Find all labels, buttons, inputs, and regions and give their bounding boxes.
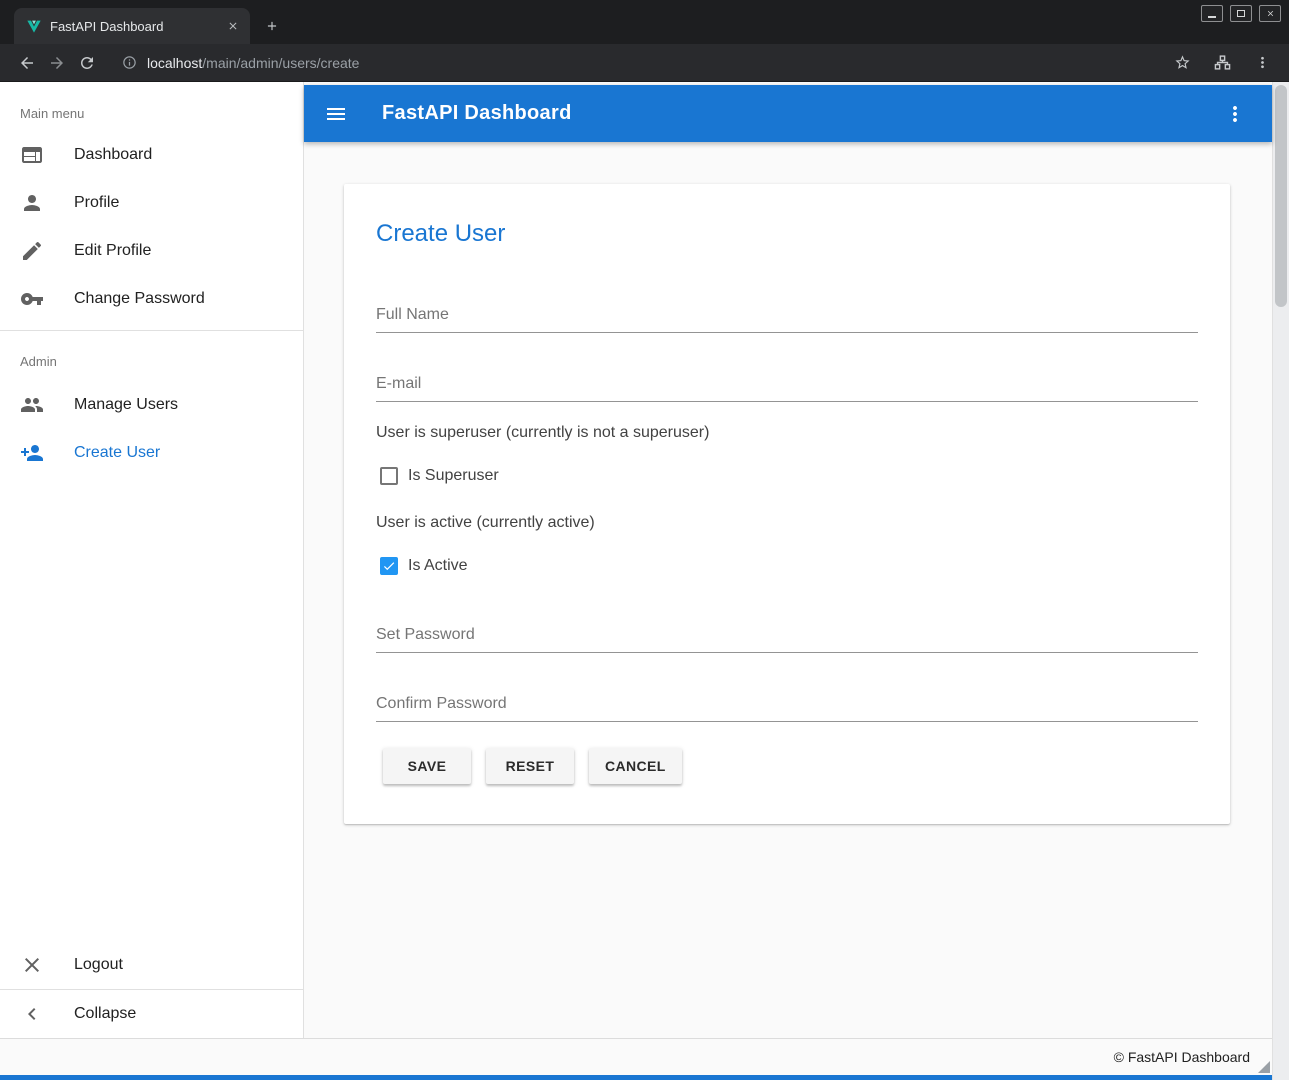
person-icon — [20, 191, 44, 215]
tab-title: FastAPI Dashboard — [50, 19, 216, 34]
address-bar[interactable]: localhost/main/admin/users/create — [112, 49, 1157, 77]
sitemap-extension-icon[interactable] — [1207, 48, 1237, 78]
reset-button[interactable]: RESET — [486, 748, 574, 784]
superuser-checkbox[interactable] — [380, 467, 398, 485]
browser-menu-icon[interactable] — [1247, 48, 1277, 78]
full-name-input[interactable] — [376, 300, 1198, 333]
full-name-field-wrap — [376, 300, 1198, 333]
page-content: Create User User is superuser (currently… — [304, 142, 1272, 1038]
forward-button[interactable] — [42, 48, 72, 78]
page-info-icon[interactable] — [122, 55, 137, 70]
appbar: FastAPI Dashboard — [304, 85, 1272, 142]
toolbar-right-icons — [1167, 48, 1277, 78]
email-field-wrap — [376, 369, 1198, 402]
form-buttons-row: SAVE RESET CANCEL — [376, 748, 1198, 784]
footer-accent-strip — [0, 1075, 1272, 1080]
back-button[interactable] — [12, 48, 42, 78]
sidebar-item-label: Manage Users — [74, 396, 178, 414]
sidebar-item-collapse[interactable]: Collapse — [0, 990, 303, 1038]
page-viewport: Main menu Dashboard Profile — [0, 82, 1289, 1080]
sidebar-section-main-menu: Main menu — [20, 106, 303, 121]
sidebar-item-label: Change Password — [74, 290, 205, 308]
sidebar-item-edit-profile[interactable]: Edit Profile — [0, 227, 303, 275]
sidebar-item-label: Edit Profile — [74, 242, 151, 260]
reload-button[interactable] — [72, 48, 102, 78]
browser-window: FastAPI Dashboard — [0, 0, 1289, 1080]
browser-titlebar: FastAPI Dashboard — [0, 0, 1289, 44]
back-icon — [18, 54, 36, 72]
maximize-button[interactable] — [1230, 5, 1252, 22]
page-footer: © FastAPI Dashboard — [0, 1038, 1272, 1075]
logout-x-icon — [20, 953, 44, 977]
window-controls — [1201, 5, 1281, 22]
pencil-icon — [20, 239, 44, 263]
reload-icon — [78, 54, 96, 72]
set-password-field-wrap — [376, 620, 1198, 653]
sidebar-section-admin: Admin — [20, 354, 303, 369]
sidebar-item-label: Dashboard — [74, 146, 152, 164]
tab-close-icon[interactable] — [224, 17, 242, 35]
check-icon — [382, 559, 396, 573]
resize-grip[interactable] — [1258, 1061, 1270, 1073]
save-button[interactable]: SAVE — [383, 748, 471, 784]
sidebar-item-profile[interactable]: Profile — [0, 179, 303, 227]
sidebar-divider — [0, 330, 303, 331]
vuetify-v-favicon — [26, 18, 42, 34]
close-window-icon — [1266, 9, 1275, 18]
scrollbar-thumb[interactable] — [1275, 85, 1287, 307]
superuser-hint-text: User is superuser (currently is not a su… — [376, 424, 1198, 442]
confirm-password-input[interactable] — [376, 689, 1198, 722]
sidebar-item-create-user[interactable]: Create User — [0, 429, 303, 477]
chevron-left-icon — [20, 1002, 44, 1026]
hamburger-menu-icon[interactable] — [324, 102, 348, 126]
main-area: FastAPI Dashboard Create User — [304, 82, 1272, 1038]
minimize-button[interactable] — [1201, 5, 1223, 22]
url-host: localhost — [147, 55, 202, 71]
footer-copyright: © FastAPI Dashboard — [1114, 1049, 1250, 1065]
active-hint-text: User is active (currently active) — [376, 514, 1198, 532]
browser-tab[interactable]: FastAPI Dashboard — [14, 8, 250, 44]
page-title: Create User — [376, 220, 1198, 248]
bookmark-star-icon[interactable] — [1167, 48, 1197, 78]
active-checkbox-row[interactable]: Is Active — [376, 546, 1198, 586]
browser-toolbar: localhost/main/admin/users/create — [0, 44, 1289, 82]
sidebar-item-label: Profile — [74, 194, 119, 212]
appbar-title: FastAPI Dashboard — [382, 102, 1223, 125]
people-icon — [20, 393, 44, 417]
active-checkbox[interactable] — [380, 557, 398, 575]
cancel-button[interactable]: CANCEL — [589, 748, 682, 784]
minimize-icon — [1208, 16, 1216, 18]
sidebar-item-label: Collapse — [74, 1005, 136, 1023]
set-password-input[interactable] — [376, 620, 1198, 653]
sidebar-item-manage-users[interactable]: Manage Users — [0, 381, 303, 429]
confirm-password-field-wrap — [376, 689, 1198, 722]
email-input[interactable] — [376, 369, 1198, 402]
new-tab-button[interactable] — [258, 12, 286, 40]
superuser-checkbox-label: Is Superuser — [408, 467, 499, 485]
create-user-card: Create User User is superuser (currently… — [344, 184, 1230, 824]
person-add-icon — [20, 441, 44, 465]
active-checkbox-label: Is Active — [408, 557, 468, 575]
maximize-icon — [1237, 10, 1245, 17]
sidebar-item-dashboard[interactable]: Dashboard — [0, 131, 303, 179]
superuser-checkbox-row[interactable]: Is Superuser — [376, 456, 1198, 496]
url-text: localhost/main/admin/users/create — [147, 55, 359, 71]
sidebar-bottom: Logout Collapse — [0, 941, 303, 1038]
dashboard-icon — [20, 143, 44, 167]
close-window-button[interactable] — [1259, 5, 1281, 22]
key-icon — [20, 287, 44, 311]
sidebar-item-label: Logout — [74, 956, 123, 974]
sidebar-item-logout[interactable]: Logout — [0, 941, 303, 989]
sidebar-item-change-password[interactable]: Change Password — [0, 275, 303, 323]
sidebar-item-label: Create User — [74, 444, 160, 462]
page-scrollbar[interactable] — [1272, 82, 1289, 1080]
forward-icon — [48, 54, 66, 72]
url-path: /main/admin/users/create — [202, 55, 359, 71]
kebab-menu-icon[interactable] — [1223, 102, 1247, 126]
sidebar: Main menu Dashboard Profile — [0, 82, 304, 1038]
